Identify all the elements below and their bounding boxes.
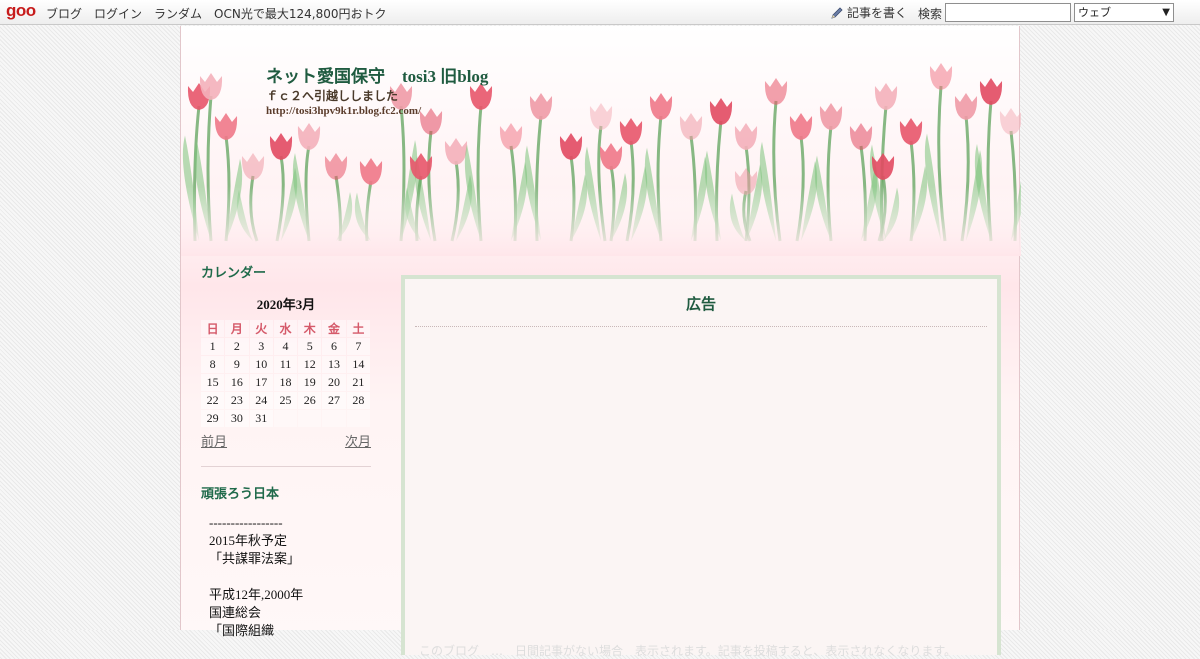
- search-input[interactable]: [945, 3, 1071, 22]
- calendar-nav: 前月 次月: [201, 431, 371, 450]
- calendar-heading: カレンダー: [201, 266, 267, 281]
- ganbarou-heading: 頑張ろう日本: [201, 487, 280, 502]
- calendar-week-row: 1234567: [201, 338, 370, 355]
- calendar-day: 10: [249, 356, 273, 373]
- chevron-down-icon: ▼: [1162, 7, 1170, 18]
- calendar-day-empty: [298, 410, 322, 427]
- calendar-day: 21: [346, 374, 370, 391]
- calendar-week-row: 8 9 10 11 12 13 14: [201, 356, 370, 373]
- calendar-day: 16: [225, 374, 249, 391]
- sidebar-divider: [201, 466, 371, 467]
- calendar-day: 26: [298, 392, 322, 409]
- calendar-day: 8: [201, 356, 225, 373]
- write-article-label: 記事を書く: [847, 6, 908, 20]
- ganbarou-text-line: 「共謀罪法案」: [209, 551, 301, 566]
- calendar-day: 6: [322, 338, 346, 355]
- calendar-day: 19: [298, 374, 322, 391]
- calendar-day: 11: [273, 356, 298, 373]
- calendar-month: 2020年3月: [256, 297, 316, 312]
- weekday-fri: 金: [322, 320, 346, 337]
- ad-faded-text: このブログ … 日間記事がない場合 表示されます。記事を投稿すると、表示されなく…: [419, 644, 957, 658]
- calendar-day: 7: [346, 338, 370, 355]
- ganbarou-text-line: 国連総会: [209, 605, 262, 620]
- calendar-day: 4: [273, 338, 298, 355]
- toolbar-nav: ブログ ログイン ランダム OCN光で最大124,800円おトク: [46, 5, 386, 22]
- weekday-wed: 水: [273, 320, 298, 337]
- calendar-day: 23: [225, 392, 249, 409]
- write-article-button[interactable]: 記事を書く: [830, 4, 907, 21]
- calendar-day: 24: [249, 392, 273, 409]
- weekday-thu: 木: [298, 320, 322, 337]
- weekday-mon: 月: [225, 320, 249, 337]
- calendar-day: 5: [298, 338, 322, 355]
- ganbarou-text-line: 2015年秋予定: [209, 533, 288, 548]
- ganbarou-text: ----------------- 2015年秋予定 「共謀罪法案」 平成12年,20…: [201, 514, 371, 640]
- nav-ocn-ad-link[interactable]: OCN光で最大124,800円おトク: [214, 5, 386, 22]
- next-month-link[interactable]: 次月: [345, 431, 371, 450]
- blog-new-url-link[interactable]: http://tosi3hpv9k1r.blog.fc2.com/: [266, 105, 421, 117]
- calendar-day: 1: [201, 338, 225, 355]
- calendar-day: 31: [249, 410, 273, 427]
- ganbarou-text-line: -----------------: [209, 515, 283, 530]
- calendar-day: 25: [273, 392, 298, 409]
- calendar-day: 27: [322, 392, 346, 409]
- calendar-day: 9: [225, 356, 249, 373]
- ganbarou-text-line: 「国際組織: [209, 623, 275, 638]
- calendar-week-row: 29 30 31: [201, 410, 370, 427]
- calendar-day: 29: [201, 410, 225, 427]
- nav-blog[interactable]: ブログ: [46, 5, 82, 22]
- ganbarou-text-line: 平成12年,2000年: [209, 587, 304, 602]
- calendar-day-empty: [273, 410, 298, 427]
- calendar-day: 13: [322, 356, 346, 373]
- calendar-day: 22: [201, 392, 225, 409]
- ganbarou-text-line: [209, 568, 371, 586]
- calendar-week-row: 15 16 17 18 19 20 21: [201, 374, 370, 391]
- calendar-day: 17: [249, 374, 273, 391]
- tulip-header-image: [181, 63, 1021, 256]
- weekday-tue: 火: [249, 320, 273, 337]
- blog-description: ｆｃ２へ引越ししました: [266, 89, 399, 103]
- calendar-table: 日 月 火 水 木 金 土 1 2 3 4 5 6 7 8 9 10 11 12 13 14 15 16 17 1…: [200, 319, 371, 428]
- calendar-day-empty: [322, 410, 346, 427]
- weekday-sat: 土: [346, 320, 370, 337]
- calendar-day: 30: [225, 410, 249, 427]
- nav-random[interactable]: ランダム: [154, 5, 202, 22]
- calendar-day: 2: [225, 338, 249, 355]
- nav-login[interactable]: ログイン: [94, 5, 142, 22]
- calendar-week-row: 22 23 24 25 26 27 28: [201, 392, 370, 409]
- search-scope-select[interactable]: ウェブ ▼: [1074, 3, 1174, 22]
- calendar-day: 14: [346, 356, 370, 373]
- calendar-weekday-row: 日 月 火 水 木 金 土: [201, 320, 370, 337]
- calendar-day-empty: [346, 410, 370, 427]
- calendar-day: 15: [201, 374, 225, 391]
- weekday-sun: 日: [201, 320, 225, 337]
- calendar-day: 20: [322, 374, 346, 391]
- pencil-icon: [830, 6, 844, 20]
- calendar-day: 3: [249, 338, 273, 355]
- ad-rule: [415, 326, 987, 327]
- calendar-day: 18: [273, 374, 298, 391]
- calendar-day: 12: [298, 356, 322, 373]
- ad-title: 広告: [685, 297, 716, 313]
- blog-title[interactable]: ネット愛国保守 tosi3 旧blog: [266, 62, 488, 87]
- search-label: 検索: [918, 7, 943, 21]
- blog-page: ネット愛国保守 tosi3 旧blog ｆｃ２へ引越ししました http://t…: [180, 26, 1021, 658]
- calendar-day: 28: [346, 392, 370, 409]
- search-scope-value: ウェブ: [1078, 6, 1111, 19]
- goo-toolbar: goo ブログ ログイン ランダム OCN光で最大124,800円おトク 記事を…: [0, 0, 1200, 25]
- ad-box: 広告 このブログ … 日間記事がない場合 表示されます。記事を投稿すると、表示さ…: [401, 275, 1001, 658]
- goo-logo[interactable]: goo: [6, 1, 36, 21]
- prev-month-link[interactable]: 前月: [201, 431, 227, 450]
- sidebar: カレンダー 2020年3月 日 月 火 水 木 金 土 1 2 3 4 5 6 7 8 9 10 1…: [201, 262, 371, 640]
